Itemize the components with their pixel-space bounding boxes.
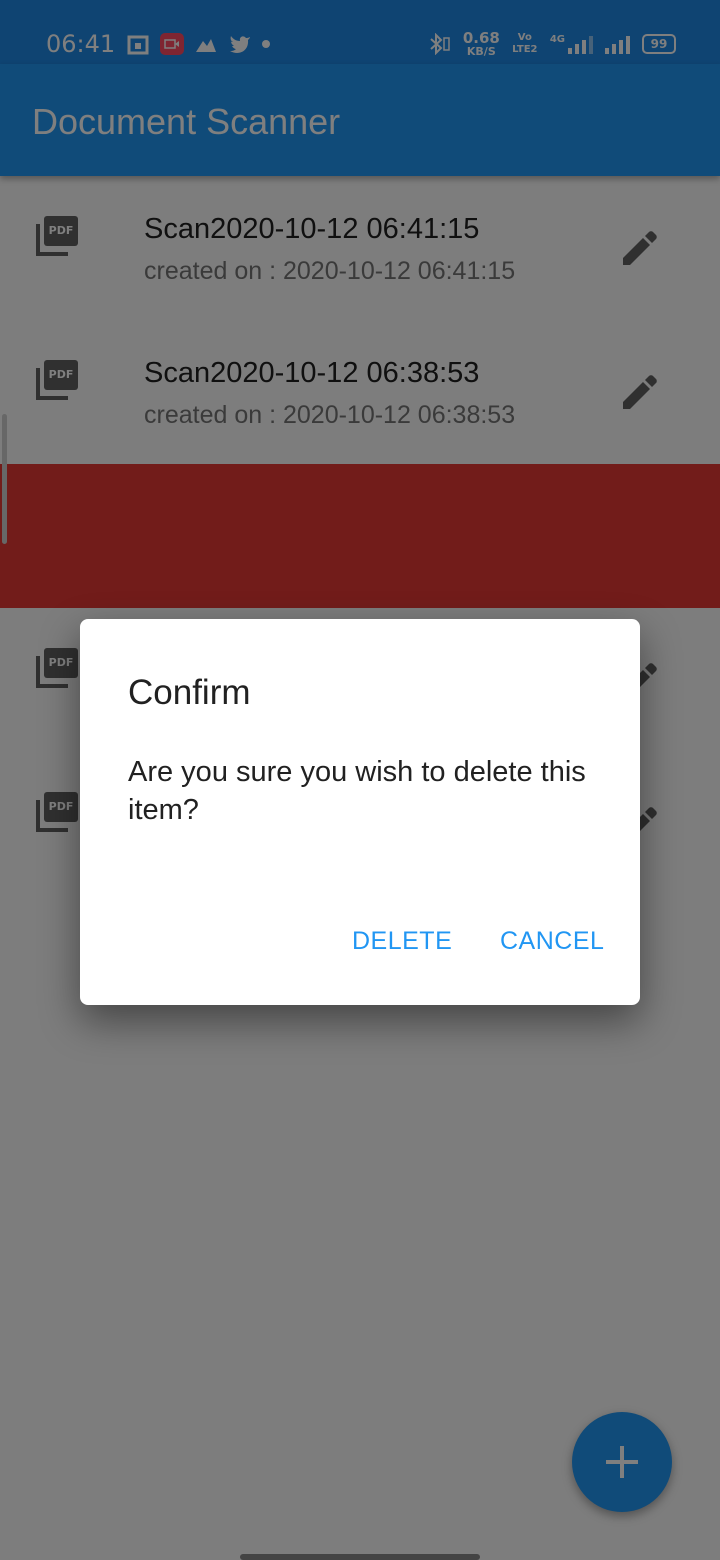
confirm-dialog: Confirm Are you sure you wish to delete …	[80, 619, 640, 1005]
dialog-title: Confirm	[128, 673, 251, 712]
cancel-button[interactable]: CANCEL	[500, 919, 604, 963]
delete-button[interactable]: DELETE	[352, 919, 452, 963]
dialog-message: Are you sure you wish to delete this ite…	[128, 756, 586, 826]
